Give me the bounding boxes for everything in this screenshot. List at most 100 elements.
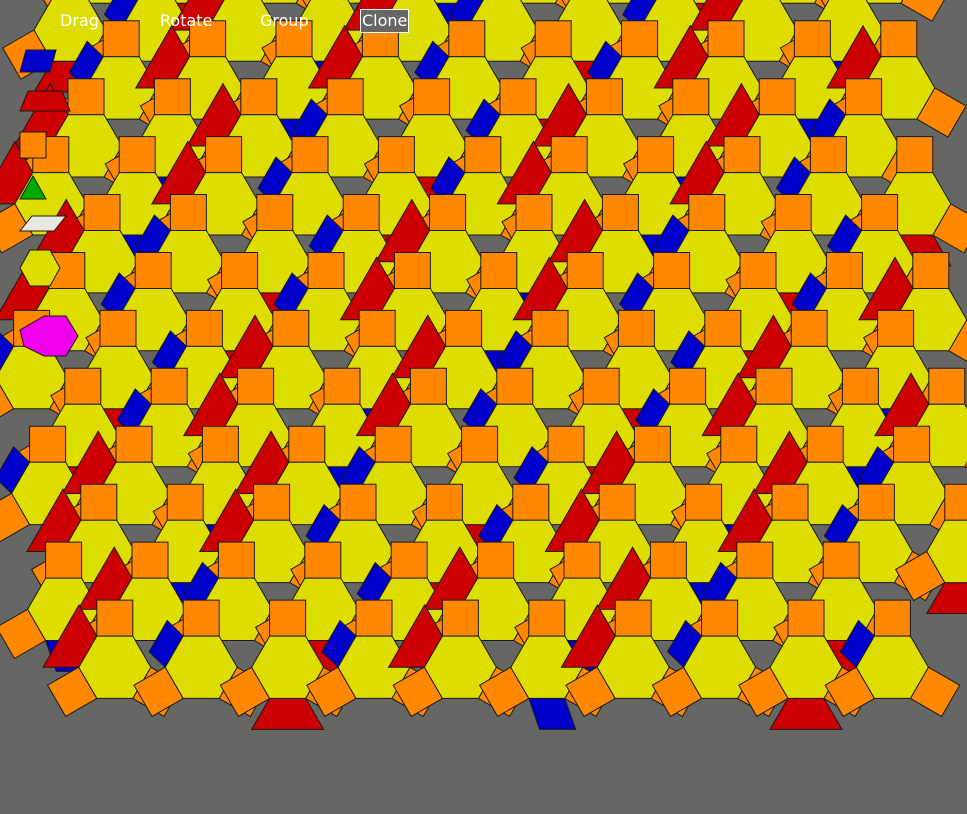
tile-square[interactable] — [256, 194, 294, 231]
tile-square[interactable] — [237, 367, 275, 405]
tile-square[interactable] — [182, 599, 220, 637]
tile-square[interactable] — [153, 78, 191, 116]
tile-square[interactable] — [134, 252, 172, 289]
palette-green-triangle-icon[interactable] — [18, 174, 48, 202]
tile-square[interactable] — [205, 136, 243, 174]
tile-square[interactable] — [499, 78, 537, 116]
tile-square[interactable] — [566, 252, 604, 289]
tile-square[interactable] — [928, 367, 966, 405]
tile-square[interactable] — [307, 252, 345, 289]
tile-rhombus[interactable] — [528, 697, 577, 730]
tile-square[interactable] — [269, 599, 307, 637]
group-tool-button[interactable]: Group — [260, 9, 309, 33]
tile-square[interactable] — [201, 425, 239, 463]
tile-square[interactable] — [944, 483, 967, 521]
tile-square[interactable] — [217, 541, 255, 579]
tile-square[interactable] — [685, 483, 723, 521]
tile-square[interactable] — [96, 599, 134, 637]
tile-square[interactable] — [102, 20, 140, 58]
tile-square[interactable] — [893, 425, 931, 463]
tile-square[interactable] — [598, 483, 636, 521]
tile-square[interactable] — [67, 78, 105, 116]
tile-square[interactable] — [900, 0, 950, 22]
tile-square[interactable] — [131, 541, 169, 579]
tile-square[interactable] — [723, 136, 761, 174]
tile-square[interactable] — [29, 425, 67, 463]
tile-square[interactable] — [355, 599, 393, 637]
tile-square[interactable] — [633, 425, 671, 463]
tile-square[interactable] — [787, 599, 825, 637]
palette-yellow-hexagon-icon[interactable] — [18, 248, 62, 288]
tile-square[interactable] — [480, 252, 518, 289]
palette-blue-rhombus-icon[interactable] — [18, 48, 60, 74]
tile-square[interactable] — [461, 425, 499, 463]
tile-square[interactable] — [857, 483, 895, 521]
tile-square[interactable] — [221, 252, 259, 289]
tile-square[interactable] — [496, 367, 534, 405]
tile-square[interactable] — [621, 20, 659, 58]
palette-orange-square-icon[interactable] — [18, 130, 48, 160]
tile-square[interactable] — [169, 194, 207, 231]
tile-square[interactable] — [477, 541, 515, 579]
tile-square[interactable] — [672, 78, 710, 116]
tile-square[interactable] — [253, 483, 291, 521]
tile-square[interactable] — [912, 252, 950, 289]
tile-square[interactable] — [528, 599, 566, 637]
tile-square[interactable] — [413, 78, 451, 116]
tile-square[interactable] — [515, 194, 553, 231]
tile-square[interactable] — [83, 194, 121, 231]
tile-square[interactable] — [464, 136, 502, 174]
tile-square[interactable] — [304, 541, 342, 579]
tile-square[interactable] — [64, 367, 102, 405]
tile-square[interactable] — [896, 136, 934, 174]
tile-square[interactable] — [845, 78, 883, 116]
tile-square[interactable] — [326, 78, 364, 116]
palette-white-rhombus-icon[interactable] — [18, 214, 68, 234]
tile-square[interactable] — [445, 309, 483, 347]
tile-square[interactable] — [806, 425, 844, 463]
tile-square[interactable] — [240, 78, 278, 116]
tile-square[interactable] — [272, 309, 310, 347]
tile-square[interactable] — [150, 367, 188, 405]
tile-square[interactable] — [425, 483, 463, 521]
drag-tool-button[interactable]: Drag — [60, 9, 99, 33]
tile-square[interactable] — [585, 78, 623, 116]
rotate-tool-button[interactable]: Rotate — [160, 9, 212, 33]
tile-square[interactable] — [861, 194, 899, 231]
tile-square[interactable] — [185, 309, 223, 347]
tile-square[interactable] — [547, 425, 585, 463]
tile-square[interactable] — [118, 136, 156, 174]
tile-square[interactable] — [809, 136, 847, 174]
tile-square[interactable] — [166, 483, 204, 521]
tile-square[interactable] — [841, 367, 879, 405]
tile-square[interactable] — [291, 136, 329, 174]
tile-square[interactable] — [323, 367, 361, 405]
tile-square[interactable] — [429, 194, 467, 231]
tile-square[interactable] — [377, 136, 415, 174]
palette-red-trapezoid-icon[interactable] — [18, 88, 72, 114]
tile-square[interactable] — [790, 309, 828, 347]
tile-square[interactable] — [825, 252, 863, 289]
tile-square[interactable] — [448, 20, 486, 58]
tile-square[interactable] — [358, 309, 396, 347]
tile-square[interactable] — [614, 599, 652, 637]
tile-square[interactable] — [409, 367, 447, 405]
tile-layer[interactable] — [0, 0, 967, 730]
tile-square[interactable] — [80, 483, 118, 521]
tiling-canvas[interactable] — [0, 0, 967, 814]
tile-square[interactable] — [739, 252, 777, 289]
tile-square[interactable] — [45, 541, 83, 579]
tile-square[interactable] — [649, 541, 687, 579]
tile-square[interactable] — [822, 541, 860, 579]
tile-square[interactable] — [688, 194, 726, 231]
tile-square[interactable] — [877, 309, 915, 347]
tile-square[interactable] — [669, 367, 707, 405]
tile-square[interactable] — [774, 194, 812, 231]
tile-square[interactable] — [701, 599, 739, 637]
tile-square[interactable] — [755, 367, 793, 405]
tile-square[interactable] — [771, 483, 809, 521]
tile-square[interactable] — [582, 367, 620, 405]
tile-square[interactable] — [393, 252, 431, 289]
tile-square[interactable] — [563, 541, 601, 579]
tile-square[interactable] — [390, 541, 428, 579]
